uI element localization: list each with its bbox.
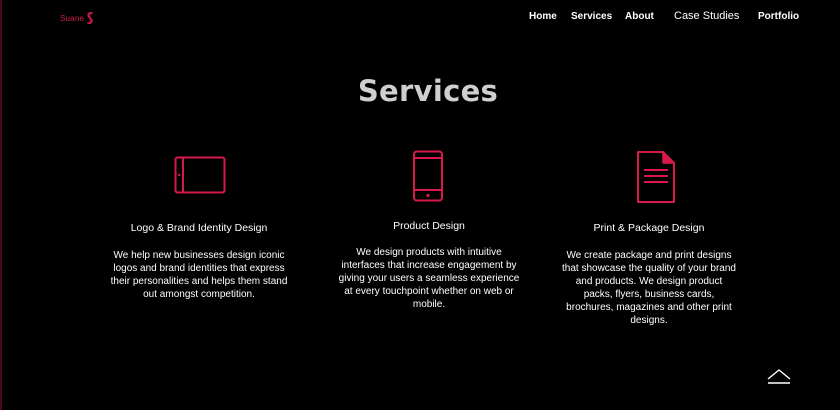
smartphone-icon xyxy=(413,150,443,202)
service-description: We create package and print designs that… xyxy=(562,250,736,326)
nav-about[interactable]: About xyxy=(625,11,654,22)
service-description: We design products with intuitive interf… xyxy=(338,247,520,310)
logo-mark-icon xyxy=(87,12,93,24)
service-title: Print & Package Design xyxy=(593,222,705,234)
site-logo[interactable]: Suane xyxy=(60,10,94,26)
nav-case-studies[interactable]: Case Studies xyxy=(674,10,739,22)
chevron-up-icon xyxy=(767,369,791,384)
service-description: We help new businesses design iconic log… xyxy=(110,250,288,300)
logo-text: Suane xyxy=(60,13,85,23)
nav-home[interactable]: Home xyxy=(529,11,557,22)
page: Suane Home Services About Case Studies P… xyxy=(0,0,840,410)
service-title: Logo & Brand Identity Design xyxy=(130,222,268,234)
nav-services[interactable]: Services xyxy=(571,11,612,22)
tablet-icon xyxy=(174,156,226,194)
document-icon xyxy=(637,151,675,203)
section-title: Services xyxy=(357,74,499,108)
nav-portfolio[interactable]: Portfolio xyxy=(758,11,799,22)
left-edge-border xyxy=(0,0,2,410)
service-title: Product Design xyxy=(393,220,465,232)
scroll-to-top-button[interactable] xyxy=(766,368,792,386)
